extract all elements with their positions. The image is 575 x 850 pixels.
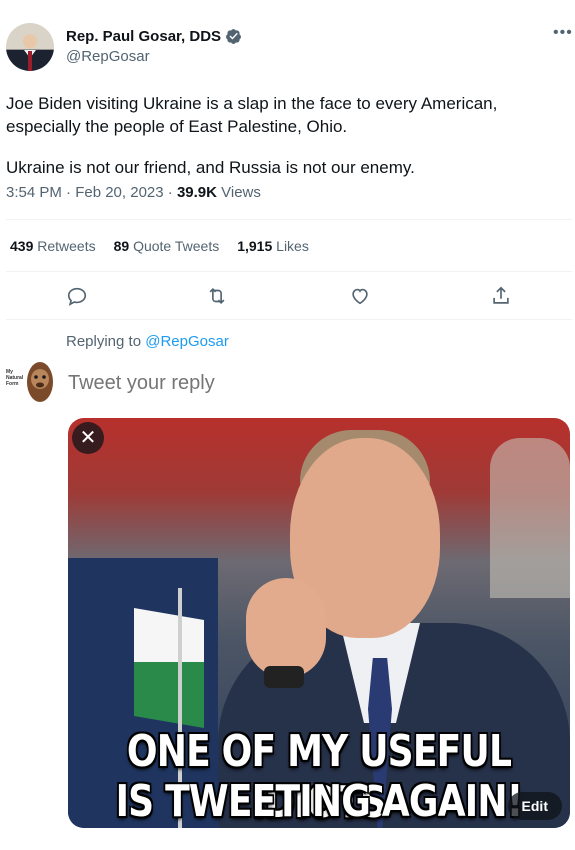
views-label: Views: [216, 184, 261, 201]
more-horizontal-icon[interactable]: •••: [553, 24, 573, 42]
likes-count: 1,915: [237, 238, 273, 254]
likes-stat[interactable]: 1,915 Likes: [237, 238, 309, 254]
reply-input[interactable]: [68, 372, 548, 395]
quotes-count: 89: [113, 238, 130, 254]
reply-avatar[interactable]: My Natural Form: [4, 357, 56, 405]
retweet-icon[interactable]: [206, 285, 228, 307]
tweet-actions: [0, 285, 575, 309]
avatar-tie: [28, 51, 32, 71]
tweet-meta: 3:54 PM · Feb 20, 2023 · 39.9K Views: [6, 184, 261, 201]
image-watch: [264, 666, 304, 688]
close-icon[interactable]: ✕: [72, 422, 104, 454]
views-count: 39.9K: [176, 184, 217, 201]
verified-badge-icon: [226, 29, 241, 44]
tweet-stats: 439 Retweets 89 Quote Tweets 1,915 Likes: [10, 238, 309, 254]
meme-caption-line-2: IS TWEETING AGAIN!: [115, 776, 524, 827]
like-icon[interactable]: [349, 285, 371, 307]
author-avatar[interactable]: [6, 23, 54, 71]
retweets-count: 439: [10, 238, 34, 254]
quotes-label: Quote Tweets: [133, 238, 220, 254]
tweet-paragraph-2: Ukraine is not our friend, and Russia is…: [6, 158, 415, 177]
reply-avatar-text-3: Form: [6, 381, 19, 387]
tweet-timestamp[interactable]: 3:54 PM · Feb 20, 2023 ·: [6, 184, 177, 201]
likes-label: Likes: [276, 238, 309, 254]
image-flag: [134, 608, 204, 728]
quotes-stat[interactable]: 89 Quote Tweets: [114, 238, 220, 254]
tweet-text: Joe Biden visiting Ukraine is a slap in …: [6, 92, 566, 179]
author-name[interactable]: Rep. Paul Gosar, DDS: [66, 28, 242, 45]
author-handle[interactable]: @RepGosar: [66, 48, 150, 65]
author-name-text: Rep. Paul Gosar, DDS: [66, 28, 222, 45]
replying-handle-link[interactable]: @RepGosar: [145, 333, 229, 350]
reply-icon[interactable]: [66, 285, 88, 307]
replying-to: Replying to @RepGosar: [66, 333, 229, 350]
attached-image[interactable]: ONE OF MY USEFUL IDIOTS IS TWEETING AGAI…: [68, 418, 570, 828]
retweets-label: Retweets: [37, 238, 96, 254]
divider: [6, 271, 572, 272]
divider: [6, 319, 572, 320]
image-hand: [246, 578, 326, 678]
tweet-paragraph-1: Joe Biden visiting Ukraine is a slap in …: [6, 94, 498, 136]
replying-prefix: Replying to: [66, 333, 146, 350]
retweets-stat[interactable]: 439 Retweets: [10, 238, 96, 254]
divider: [6, 219, 572, 220]
image-background-figure: [490, 438, 570, 598]
edit-button[interactable]: Edit: [507, 792, 562, 820]
share-icon[interactable]: [490, 285, 512, 307]
